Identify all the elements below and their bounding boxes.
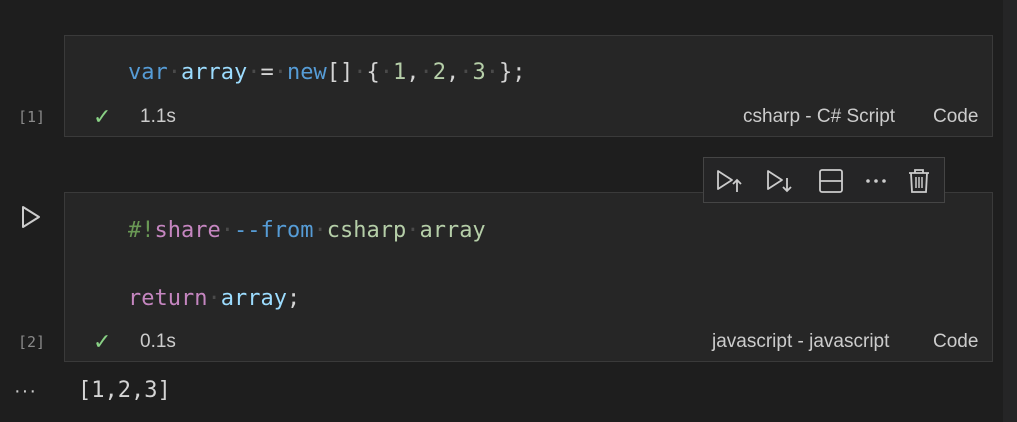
whitespace-marker: · xyxy=(247,60,261,85)
code-token: array xyxy=(419,218,486,243)
code-cell-1[interactable]: var·array·=·new[]·{·1,·2,·3·}; ✓ 1.1s cs… xyxy=(64,35,993,137)
cell-2-execution-count: [2] xyxy=(18,333,46,351)
code-token: , xyxy=(445,60,460,85)
code-token: var xyxy=(128,60,168,85)
check-icon: ✓ xyxy=(93,104,112,129)
code-token: 2 xyxy=(432,60,446,85)
cell-toolbar xyxy=(703,157,945,203)
whitespace-marker: · xyxy=(313,218,327,243)
cell-1-code-line-1[interactable]: var·array·=·new[]·{·1,·2,·3·}; xyxy=(128,60,525,86)
check-icon: ✓ xyxy=(93,329,112,354)
code-token: share xyxy=(154,218,221,243)
whitespace-marker: · xyxy=(485,60,499,85)
code-token: { xyxy=(366,60,380,85)
code-token: array xyxy=(220,286,287,311)
whitespace-marker: · xyxy=(220,218,234,243)
code-token: 1 xyxy=(392,60,407,85)
cell-2-code-line-2[interactable]: return·array; xyxy=(128,286,300,312)
code-token: ; xyxy=(286,286,301,311)
whitespace-marker: · xyxy=(273,60,287,85)
code-token: , xyxy=(406,60,420,85)
cell-2-output: [1,2,3] xyxy=(78,378,171,403)
whitespace-marker: · xyxy=(419,60,433,85)
cell-1-duration: 1.1s xyxy=(140,106,176,127)
split-cell-icon[interactable] xyxy=(816,166,846,196)
cell-2-cell-type[interactable]: Code xyxy=(933,331,978,353)
cell-1-execution-count: [1] xyxy=(18,108,46,126)
whitespace-marker: · xyxy=(167,60,181,85)
code-token: array xyxy=(181,60,248,85)
delete-icon[interactable] xyxy=(904,166,934,196)
code-token: }; xyxy=(498,60,526,85)
code-cell-2[interactable]: #!share·--from·csharp·array return·array… xyxy=(64,192,993,362)
code-token: 3 xyxy=(472,60,486,85)
cell-1-language-picker[interactable]: csharp - C# Script xyxy=(743,106,895,128)
vertical-scrollbar[interactable] xyxy=(1003,0,1017,422)
whitespace-marker: · xyxy=(406,218,420,243)
cell-2-language-picker[interactable]: javascript - javascript xyxy=(712,331,889,353)
whitespace-marker: · xyxy=(207,286,221,311)
whitespace-marker: · xyxy=(379,60,393,85)
cell-2-code-line-1[interactable]: #!share·--from·csharp·array xyxy=(128,218,486,244)
execute-above-icon[interactable] xyxy=(714,166,744,196)
cell-1-cell-type[interactable]: Code xyxy=(933,106,978,128)
code-token: new xyxy=(286,60,327,85)
code-token: = xyxy=(260,60,274,85)
code-token: [] xyxy=(326,60,354,85)
whitespace-marker: · xyxy=(459,60,473,85)
code-token: csharp xyxy=(326,218,407,243)
code-token: #! xyxy=(128,218,155,243)
output-menu-button[interactable]: ··· xyxy=(14,380,37,403)
cell-2-duration: 0.1s xyxy=(140,331,176,352)
whitespace-marker: · xyxy=(353,60,367,85)
code-token: return xyxy=(128,286,208,311)
code-token: --from xyxy=(233,218,314,243)
execute-below-icon[interactable] xyxy=(764,166,794,196)
more-actions-icon[interactable] xyxy=(861,166,891,196)
run-cell-icon[interactable] xyxy=(20,205,42,229)
